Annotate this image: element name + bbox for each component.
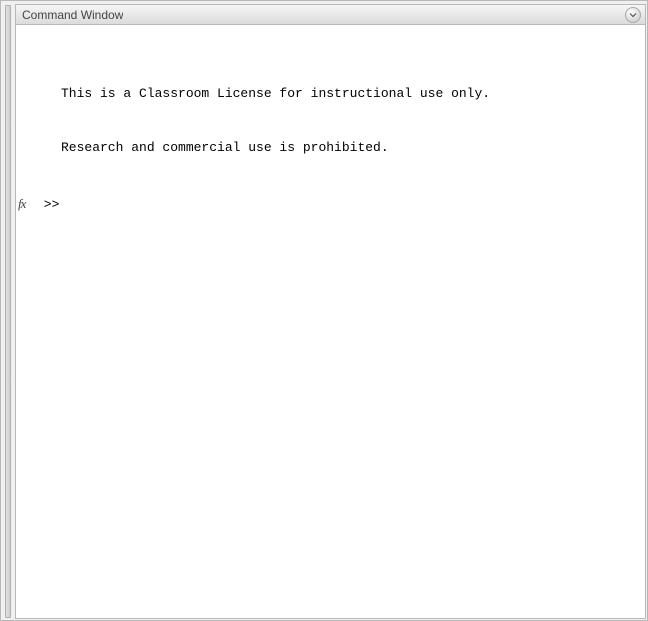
fx-icon: fx <box>18 196 25 211</box>
panel-minimize-button[interactable] <box>625 7 641 23</box>
command-input[interactable] <box>67 197 645 212</box>
command-window-title: Command Window <box>22 8 123 22</box>
command-prompt: >> <box>36 196 67 214</box>
license-message-line: This is a Classroom License for instruct… <box>16 85 645 103</box>
command-window-frame: Command Window This is a Classroom Licen… <box>0 0 648 621</box>
command-window-body: This is a Classroom License for instruct… <box>16 25 645 250</box>
command-window-content[interactable]: This is a Classroom License for instruct… <box>16 25 645 618</box>
command-prompt-row: fx >> <box>16 195 645 214</box>
vertical-split-handle[interactable] <box>5 5 11 618</box>
command-window-titlebar[interactable]: Command Window <box>16 5 645 25</box>
chevron-down-icon <box>629 11 637 19</box>
function-browser-button[interactable]: fx <box>18 195 36 213</box>
license-message-line: Research and commercial use is prohibite… <box>16 139 645 157</box>
command-window-panel: Command Window This is a Classroom Licen… <box>15 4 646 619</box>
